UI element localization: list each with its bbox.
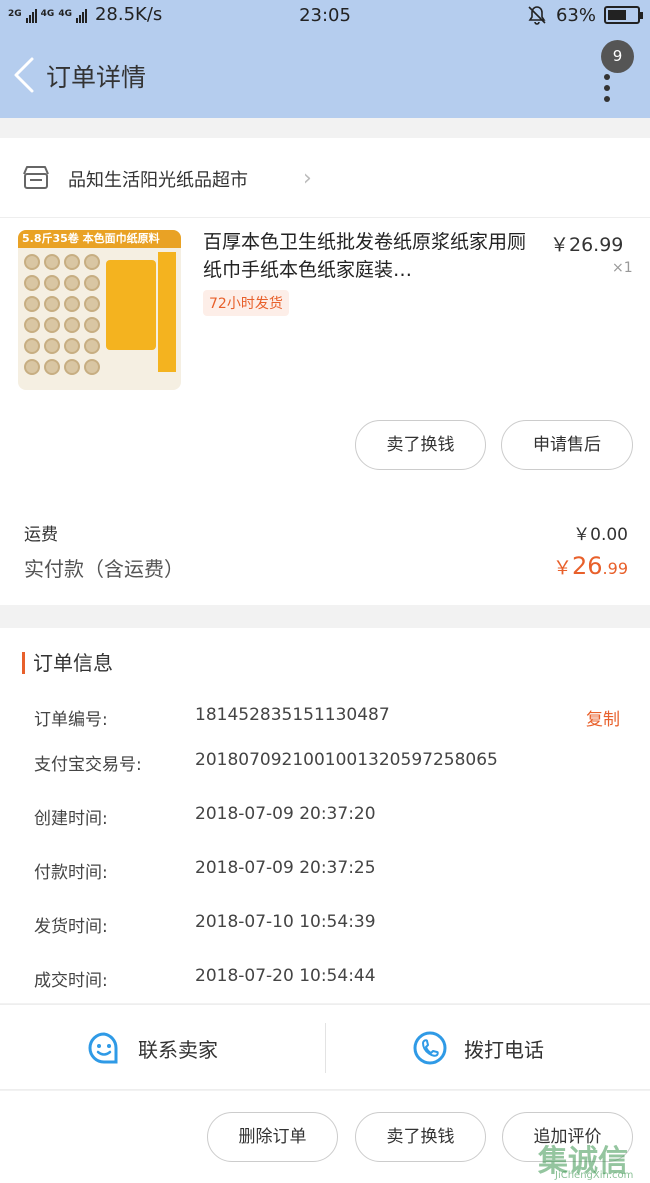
- notification-badge[interactable]: 9: [601, 40, 634, 73]
- paid-decimal: .99: [602, 559, 628, 578]
- shop-name: 品知生活阳光纸品超市: [68, 170, 248, 191]
- shop-row[interactable]: 品知生活阳光纸品超市 ›: [0, 138, 650, 218]
- toilet-roll: [24, 338, 40, 354]
- mute-bell-icon: [528, 6, 546, 25]
- order-number-value: 181452835151130487: [195, 705, 390, 725]
- toilet-roll: [24, 296, 40, 312]
- order-info-heading: 订单信息: [22, 652, 113, 674]
- more-menu-icon[interactable]: [601, 74, 613, 102]
- toilet-roll: [64, 338, 80, 354]
- toilet-roll: [84, 254, 100, 270]
- thumbnail-banner: 5.8斤35卷 本色面巾纸原料: [18, 230, 181, 248]
- apply-aftersale-button[interactable]: 申请售后: [501, 420, 633, 470]
- toilet-roll: [44, 338, 60, 354]
- product-title[interactable]: 百厚本色卫生纸批发卷纸原浆纸家用厕纸巾手纸本色纸家庭装…: [203, 228, 538, 284]
- paid-amount-value: ￥26.99: [553, 552, 628, 580]
- product-quantity: ×1: [612, 260, 633, 276]
- shipping-tag: 72小时发货: [203, 290, 289, 316]
- header: 2G 4G 4G 28.5K/s 23:05 63% 订单详情 9: [0, 0, 650, 118]
- order-item-card: 品知生活阳光纸品超市 › 5.8斤35卷 本色面巾纸原料 百厚本色卫生纸批发卷纸…: [0, 138, 650, 605]
- toilet-roll: [44, 275, 60, 291]
- copy-order-number-button[interactable]: 复制: [586, 705, 620, 730]
- alipay-trade-value: 2018070921001001320597258065: [195, 750, 498, 770]
- toilet-roll: [84, 359, 100, 375]
- toilet-roll: [64, 254, 80, 270]
- watermark-url: JiChengXin.com: [555, 1170, 634, 1181]
- order-info-card: 订单信息 订单编号: 181452835151130487 复制 支付宝交易号:…: [0, 628, 650, 1003]
- paid-integer: 26: [572, 552, 603, 580]
- completed-time-value: 2018-07-20 10:54:44: [195, 966, 376, 986]
- toilet-roll: [84, 275, 100, 291]
- delete-order-button[interactable]: 删除订单: [207, 1112, 338, 1162]
- status-bar: 2G 4G 4G 28.5K/s 23:05 63%: [0, 0, 650, 32]
- toilet-roll: [24, 359, 40, 375]
- created-time-label: 创建时间:: [34, 809, 108, 829]
- product-price: ￥26.99: [550, 234, 624, 256]
- shipped-time-value: 2018-07-10 10:54:39: [195, 912, 376, 932]
- toilet-roll: [84, 338, 100, 354]
- product-thumbnail[interactable]: 5.8斤35卷 本色面巾纸原料: [18, 230, 181, 390]
- battery-percent: 63%: [555, 4, 596, 26]
- contact-divider: [325, 1023, 326, 1073]
- toilet-roll: [84, 296, 100, 312]
- footer-sell-for-cash-button[interactable]: 卖了换钱: [355, 1112, 486, 1162]
- toilet-roll: [64, 296, 80, 312]
- phone-icon: [413, 1031, 447, 1065]
- toilet-roll: [84, 317, 100, 333]
- sell-for-cash-button[interactable]: 卖了换钱: [355, 420, 486, 470]
- chevron-right-icon: ›: [303, 166, 312, 191]
- completed-time-label: 成交时间:: [34, 971, 108, 991]
- toilet-roll: [44, 317, 60, 333]
- paid-amount-label: 实付款（含运费）: [24, 557, 184, 581]
- package-graphic: [106, 260, 156, 350]
- package-side-graphic: [158, 252, 176, 372]
- contact-seller-label: 联系卖家: [138, 1037, 218, 1062]
- contact-seller-button[interactable]: 联系卖家: [86, 1005, 218, 1091]
- battery-icon: [604, 6, 643, 24]
- toilet-roll: [64, 275, 80, 291]
- shipped-time-label: 发货时间:: [34, 917, 108, 937]
- shop-icon: [23, 166, 49, 189]
- nav-bar: 订单详情 9: [0, 40, 650, 110]
- call-phone-label: 拨打电话: [464, 1037, 544, 1062]
- toilet-roll: [44, 359, 60, 375]
- toilet-roll: [24, 254, 40, 270]
- battery-fill: [608, 10, 626, 20]
- toilet-roll: [64, 317, 80, 333]
- toilet-roll: [44, 296, 60, 312]
- shipping-fee-value: ￥0.00: [573, 525, 628, 545]
- page-title: 订单详情: [46, 63, 147, 92]
- call-phone-button[interactable]: 拨打电话: [412, 1005, 544, 1091]
- paid-time-value: 2018-07-09 20:37:25: [195, 858, 376, 878]
- order-number-label: 订单编号:: [34, 710, 108, 730]
- contact-bar: 联系卖家 拨打电话: [0, 1004, 650, 1090]
- toilet-roll: [64, 359, 80, 375]
- created-time-value: 2018-07-09 20:37:20: [195, 804, 376, 824]
- toilet-roll: [24, 275, 40, 291]
- back-arrow-icon[interactable]: [10, 55, 40, 95]
- shipping-fee-label: 运费: [24, 525, 58, 545]
- paid-currency: ￥: [552, 557, 572, 579]
- toilet-roll: [24, 317, 40, 333]
- chat-bubble-icon: [88, 1032, 118, 1064]
- toilet-roll: [44, 254, 60, 270]
- alipay-trade-label: 支付宝交易号:: [34, 755, 142, 775]
- paid-time-label: 付款时间:: [34, 863, 108, 883]
